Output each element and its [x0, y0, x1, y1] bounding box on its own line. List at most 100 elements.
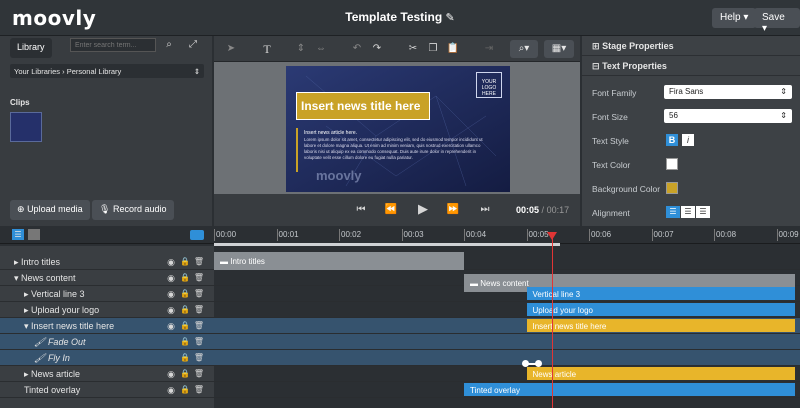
align-vertical-icon[interactable]: ⇕ [294, 43, 308, 55]
delete-trash-icon[interactable]: 🗑 [192, 336, 206, 348]
lock-icon[interactable]: 🔒 [178, 368, 192, 380]
delete-trash-icon[interactable]: 🗑 [192, 304, 206, 316]
visibility-eye-icon[interactable]: ◉ [164, 304, 178, 316]
collapse-timeline-icon[interactable] [190, 230, 204, 240]
record-audio-button[interactable]: 🎙 Record audio [92, 200, 174, 220]
delete-trash-icon[interactable]: 🗑 [192, 288, 206, 300]
undo-icon[interactable]: ↶ [350, 43, 364, 55]
cut-icon[interactable]: ✂ [406, 43, 420, 55]
layer-name[interactable]: 🖌 Fade Out [34, 337, 85, 348]
italic-toggle[interactable]: i [682, 134, 694, 146]
redo-icon[interactable]: ↷ [370, 43, 384, 55]
delete-trash-icon[interactable]: 🗑 [192, 256, 206, 268]
layer-name[interactable]: ▾ News content [14, 273, 76, 284]
lock-icon[interactable]: 🔒 [178, 320, 192, 332]
lock-icon[interactable]: 🔒 [178, 272, 192, 284]
search-icon[interactable]: ⌕ [162, 39, 176, 51]
text-properties-header[interactable]: ⊟ Text Properties [582, 56, 800, 76]
news-title-text[interactable]: Insert news title here [296, 92, 430, 120]
skip-end-icon[interactable]: ⏭ [478, 204, 492, 216]
lock-icon[interactable]: 🔒 [178, 352, 192, 364]
timeline-clip[interactable]: News article [526, 367, 796, 380]
background-color-swatch[interactable] [666, 182, 678, 194]
library-breadcrumb[interactable]: Your Libraries › Personal Library ⇕ [10, 64, 204, 78]
skip-start-icon[interactable]: ⏮ [354, 204, 368, 216]
visibility-eye-icon[interactable]: ◉ [164, 368, 178, 380]
save-button[interactable]: Save ▾ [754, 8, 800, 34]
layout-dropdown[interactable]: ▦▾ [544, 40, 574, 58]
fast-forward-icon[interactable]: ⏩ [446, 204, 460, 216]
stage-canvas[interactable]: YOUR LOGO HERE Insert news title here In… [286, 66, 510, 192]
align-center-button[interactable]: ☰ [681, 206, 695, 218]
animation-brush-icon[interactable]: 🖌 [34, 353, 48, 363]
rewind-icon[interactable]: ⏪ [384, 204, 398, 216]
pointer-icon[interactable]: ➤ [224, 43, 238, 55]
lock-icon[interactable]: 🔒 [178, 304, 192, 316]
delete-trash-icon[interactable]: 🗑 [192, 384, 206, 396]
compact-view-icon[interactable] [28, 229, 40, 240]
breadcrumb-root[interactable]: Your Libraries [14, 67, 60, 76]
expand-arrow-down-icon[interactable]: ▾ [24, 321, 31, 331]
font-size-stepper[interactable]: 56 ⇕ [664, 109, 792, 123]
playhead-handle[interactable] [546, 232, 557, 240]
zoom-dropdown[interactable]: ⌕▾ [510, 40, 538, 58]
expand-arrow-right-icon[interactable]: ▸ [24, 289, 31, 299]
layer-name[interactable]: ▸ Vertical line 3 [24, 289, 85, 300]
visibility-eye-icon[interactable]: ◉ [164, 320, 178, 332]
expand-arrow-right-icon[interactable]: ▸ [24, 369, 31, 379]
visibility-eye-icon[interactable]: ◉ [164, 272, 178, 284]
delete-trash-icon[interactable]: 🗑 [192, 320, 206, 332]
text-color-swatch[interactable] [666, 158, 678, 170]
stage-properties-header[interactable]: ⊞ Stage Properties [582, 36, 800, 56]
help-button[interactable]: Help ▾ [712, 8, 757, 28]
font-family-select[interactable]: Fira Sans ⇕ [664, 85, 792, 99]
timeline-row[interactable] [0, 334, 800, 350]
animation-brush-icon[interactable]: 🖌 [34, 337, 48, 347]
layer-name[interactable]: Tinted overlay [24, 385, 80, 395]
upload-media-button[interactable]: ⊕ Upload media [10, 200, 90, 220]
delete-trash-icon[interactable]: 🗑 [192, 272, 206, 284]
lock-icon[interactable]: 🔒 [178, 256, 192, 268]
lock-icon[interactable]: 🔒 [178, 384, 192, 396]
article-heading[interactable]: Insert news article here. [304, 130, 357, 136]
bold-toggle[interactable]: B [666, 134, 678, 146]
keyframe-start[interactable] [522, 360, 529, 367]
expand-arrow-right-icon[interactable]: ▸ [14, 257, 21, 267]
edit-pencil-icon[interactable]: ✎ [446, 12, 455, 24]
expand-arrow-down-icon[interactable]: ▾ [14, 273, 21, 283]
lock-icon[interactable]: 🔒 [178, 288, 192, 300]
timeline-row[interactable] [0, 350, 800, 366]
library-search-input[interactable] [70, 38, 156, 52]
timeline-clip[interactable]: Tinted overlay [464, 383, 796, 396]
visibility-eye-icon[interactable]: ◉ [164, 384, 178, 396]
timeline-clip[interactable]: Upload your logo [526, 303, 796, 316]
library-tab[interactable]: Library [10, 38, 52, 58]
align-horizontal-icon[interactable]: ⇔ [314, 43, 328, 55]
timeline-clip[interactable]: ▬ Intro titles [214, 252, 464, 270]
play-icon[interactable]: ▶ [416, 202, 430, 215]
logo-placeholder[interactable]: YOUR LOGO HERE [476, 72, 502, 98]
text-tool-icon[interactable]: T [260, 43, 274, 55]
align-left-button[interactable]: ☰ [666, 206, 680, 218]
timeline-clip[interactable]: Vertical line 3 [526, 287, 796, 300]
delete-trash-icon[interactable]: 🗑 [192, 352, 206, 364]
align-right-button[interactable]: ☰ [696, 206, 710, 218]
clip-thumbnail[interactable] [10, 112, 42, 142]
layer-name[interactable]: ▾ Insert news title here [24, 321, 114, 332]
layer-name[interactable]: ▸ Upload your logo [24, 305, 99, 316]
copy-icon[interactable]: ❐ [426, 43, 440, 55]
visibility-eye-icon[interactable]: ◉ [164, 256, 178, 268]
lock-icon[interactable]: 🔒 [178, 336, 192, 348]
article-body[interactable]: Lorem ipsum dolor sit amet, consectetur … [304, 137, 492, 161]
project-title-text[interactable]: Template Testing [345, 10, 442, 24]
layer-name[interactable]: ▸ News article [24, 369, 80, 380]
vertical-line[interactable] [296, 128, 298, 172]
timeline-clip[interactable]: Insert news title here [526, 319, 796, 332]
visibility-eye-icon[interactable]: ◉ [164, 288, 178, 300]
paste-icon[interactable]: 📋 [446, 43, 460, 55]
expand-icon[interactable]: ⤢ [186, 39, 200, 51]
layer-name[interactable]: ▸ Intro titles [14, 257, 60, 268]
keyframe-end[interactable] [535, 360, 542, 367]
layer-name[interactable]: 🖌 Fly In [34, 353, 70, 364]
delete-trash-icon[interactable]: 🗑 [192, 368, 206, 380]
